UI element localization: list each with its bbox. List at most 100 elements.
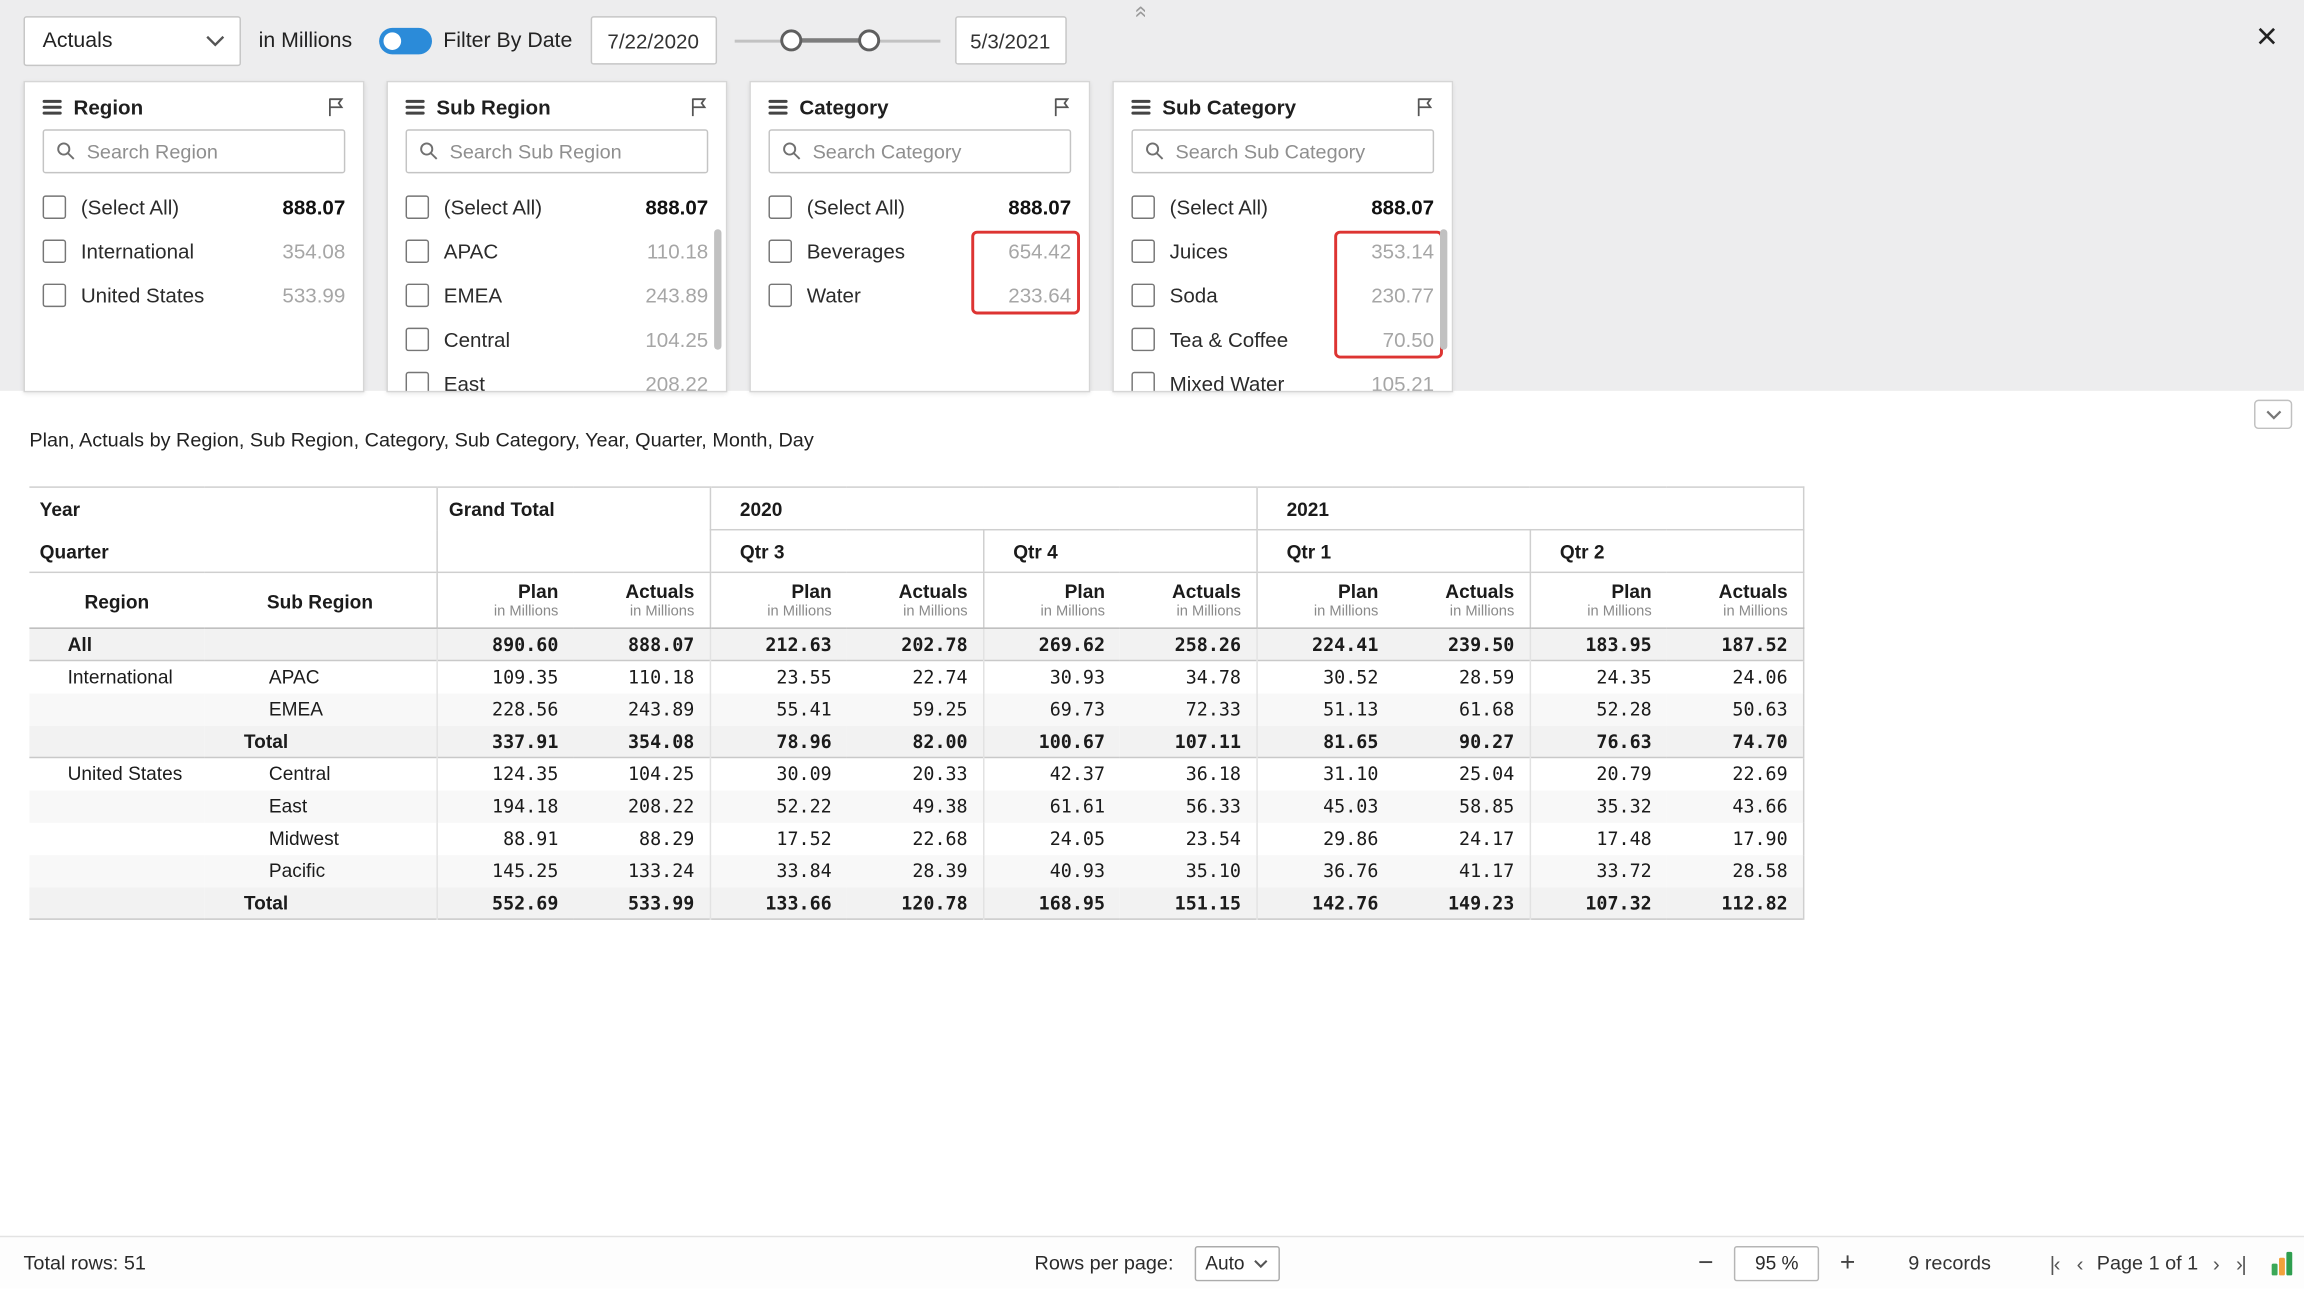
filter-item-central[interactable]: Central 104.25: [388, 317, 726, 361]
menu-icon[interactable]: [406, 100, 425, 115]
first-page-button[interactable]: |‹: [2041, 1251, 2068, 1275]
checkbox[interactable]: [43, 240, 67, 264]
filter-item-tea-coffee[interactable]: Tea & Coffee70.50: [1114, 317, 1452, 361]
search-input[interactable]: Search Sub Category: [1131, 129, 1434, 173]
region-cell: [29, 822, 204, 854]
scrollbar-thumb[interactable]: [1440, 229, 1447, 349]
filter-item-east[interactable]: East208.22: [388, 361, 726, 392]
status-bar: Total rows: 51 Rows per page: Auto − 95 …: [0, 1236, 2304, 1289]
measure-dropdown[interactable]: Actuals: [24, 15, 241, 65]
checkbox[interactable]: [406, 240, 430, 264]
end-date-input[interactable]: 5/3/2021: [954, 16, 1066, 64]
slider-handle-end[interactable]: [857, 29, 879, 51]
value-cell: 30.93: [983, 660, 1120, 692]
checkbox[interactable]: [406, 284, 430, 308]
menu-icon[interactable]: [43, 100, 62, 115]
filter-item-juices[interactable]: Juices353.14: [1114, 229, 1452, 273]
checkbox[interactable]: [43, 284, 67, 308]
menu-icon[interactable]: [768, 100, 787, 115]
rows-per-page-select[interactable]: Auto: [1194, 1245, 1279, 1280]
value-cell: 23.54: [1120, 822, 1257, 854]
chevron-down-icon: [2265, 409, 2281, 419]
value-cell: 258.26: [1120, 628, 1257, 660]
checkbox[interactable]: [1131, 195, 1155, 219]
filter-item-soda[interactable]: Soda230.77: [1114, 273, 1452, 317]
filter-list: (Select All)888.07Juices353.14Soda230.77…: [1114, 185, 1452, 392]
filter-item--select-all-[interactable]: (Select All)888.07: [751, 185, 1089, 229]
prev-page-button[interactable]: ‹: [2068, 1251, 2091, 1275]
year-header-2021: 2021: [1256, 487, 1803, 530]
filter-item-united-states[interactable]: United States533.99: [25, 273, 363, 317]
page-indicator: Page 1 of 1: [2091, 1252, 2204, 1274]
value-cell: 33.84: [710, 854, 847, 886]
checkbox[interactable]: [406, 372, 430, 393]
checkbox[interactable]: [406, 195, 430, 219]
actuals-column-header: Actualsin Millions: [1120, 572, 1257, 628]
checkbox[interactable]: [768, 284, 792, 308]
zoom-level[interactable]: 95 %: [1734, 1245, 1819, 1280]
filter-item-water[interactable]: Water233.64: [751, 273, 1089, 317]
last-page-button[interactable]: ›|: [2227, 1251, 2254, 1275]
value-cell: 88.91: [436, 822, 573, 854]
checkbox[interactable]: [43, 195, 67, 219]
subregion-column-header: Sub Region: [204, 572, 436, 628]
filter-item--select-all-[interactable]: (Select All)888.07: [1114, 185, 1452, 229]
flag-button[interactable]: [689, 97, 708, 118]
table-row-midwest: Midwest88.9188.2917.5222.6824.0523.5429.…: [29, 822, 1803, 854]
subregion-cell: Midwest: [204, 822, 436, 854]
menu-icon[interactable]: [1131, 100, 1150, 115]
next-page-button[interactable]: ›: [2204, 1251, 2227, 1275]
filter-item-value: 105.21: [1371, 372, 1434, 393]
search-input[interactable]: Search Category: [768, 129, 1071, 173]
plan-column-header: Planin Millions: [1530, 572, 1667, 628]
checkbox[interactable]: [406, 328, 430, 352]
value-cell: 69.73: [983, 693, 1120, 725]
value-cell: 78.96: [710, 725, 847, 757]
quarter-header-qtr-4: Qtr 4: [983, 530, 1256, 573]
filter-item-value: 208.22: [645, 372, 708, 393]
scrollbar-thumb[interactable]: [714, 229, 721, 349]
filter-item-emea[interactable]: EMEA243.89: [388, 273, 726, 317]
search-icon: [1145, 141, 1166, 162]
filter-item-mixed-water[interactable]: Mixed Water105.21: [1114, 361, 1452, 392]
value-cell: 224.41: [1256, 628, 1393, 660]
collapse-filters-icon[interactable]: »: [1126, 6, 1155, 18]
filter-item--select-all-[interactable]: (Select All)888.07: [25, 185, 363, 229]
flag-button[interactable]: [326, 97, 345, 118]
filter-item-international[interactable]: International354.08: [25, 229, 363, 273]
filter-item--select-all-[interactable]: (Select All)888.07: [388, 185, 726, 229]
start-date-input[interactable]: 7/22/2020: [590, 16, 716, 64]
value-cell: 30.09: [710, 757, 847, 789]
filter-item-label: Soda: [1170, 284, 1218, 308]
checkbox[interactable]: [1131, 372, 1155, 393]
filter-item-value: 104.25: [645, 328, 708, 352]
table-row-total: Total552.69533.99133.66120.78168.95151.1…: [29, 887, 1803, 919]
zoom-in-button[interactable]: +: [1831, 1248, 1864, 1279]
filter-item-beverages[interactable]: Beverages654.42: [751, 229, 1089, 273]
slider-handle-start[interactable]: [780, 29, 802, 51]
checkbox[interactable]: [1131, 328, 1155, 352]
checkbox[interactable]: [768, 240, 792, 264]
expand-toolbar-button[interactable]: [2254, 400, 2292, 429]
flag-button[interactable]: [1415, 97, 1434, 118]
filter-item-apac[interactable]: APAC110.18: [388, 229, 726, 273]
checkbox[interactable]: [768, 195, 792, 219]
zoom-out-button[interactable]: −: [1689, 1248, 1722, 1279]
search-input[interactable]: Search Region: [43, 129, 346, 173]
value-cell: 90.27: [1393, 725, 1530, 757]
filter-by-date-toggle[interactable]: [379, 27, 432, 53]
value-cell: 194.18: [436, 790, 573, 822]
value-cell: 107.32: [1530, 887, 1667, 919]
flag-button[interactable]: [1052, 97, 1071, 118]
panel-title: Sub Category: [1162, 96, 1296, 120]
value-cell: 50.63: [1666, 693, 1803, 725]
close-icon[interactable]: ×: [2256, 15, 2277, 59]
date-range-slider[interactable]: [734, 20, 940, 61]
search-input[interactable]: Search Sub Region: [406, 129, 709, 173]
year-header-grand-total: Grand Total: [436, 487, 709, 572]
checkbox[interactable]: [1131, 240, 1155, 264]
filter-item-label: Central: [444, 328, 510, 352]
filter-panel-sub-region: Sub RegionSearch Sub Region(Select All)8…: [386, 81, 727, 393]
filter-panel-category: CategorySearch Category(Select All)888.0…: [749, 81, 1090, 393]
checkbox[interactable]: [1131, 284, 1155, 308]
